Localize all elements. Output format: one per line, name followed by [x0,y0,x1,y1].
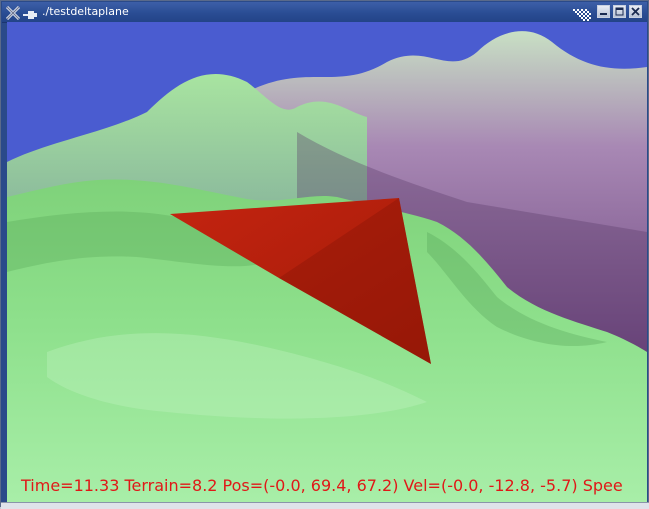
x-app-icon[interactable] [5,5,21,21]
gl-viewport[interactable]: Time=11.33 Terrain=8.2 Pos=(-0.0, 69.4, … [7,22,647,502]
close-button[interactable] [629,5,642,18]
window-title: ./testdeltaplane [42,5,129,18]
title-bar[interactable]: ./testdeltaplane [2,2,647,23]
minimize-button[interactable] [597,5,610,18]
terrain-scene [7,22,647,502]
close-icon [631,7,640,16]
checker-pattern-icon [573,6,593,21]
maximize-button[interactable] [613,5,626,18]
maximize-icon [615,7,624,16]
app-window: ./testdeltaplane Time=11.33 Terrain=8.2 … [0,0,649,509]
bottom-border [1,502,649,509]
hud-status-text: Time=11.33 Terrain=8.2 Pos=(-0.0, 69.4, … [21,476,623,495]
minimize-icon [600,13,607,15]
pin-icon[interactable] [23,6,37,19]
